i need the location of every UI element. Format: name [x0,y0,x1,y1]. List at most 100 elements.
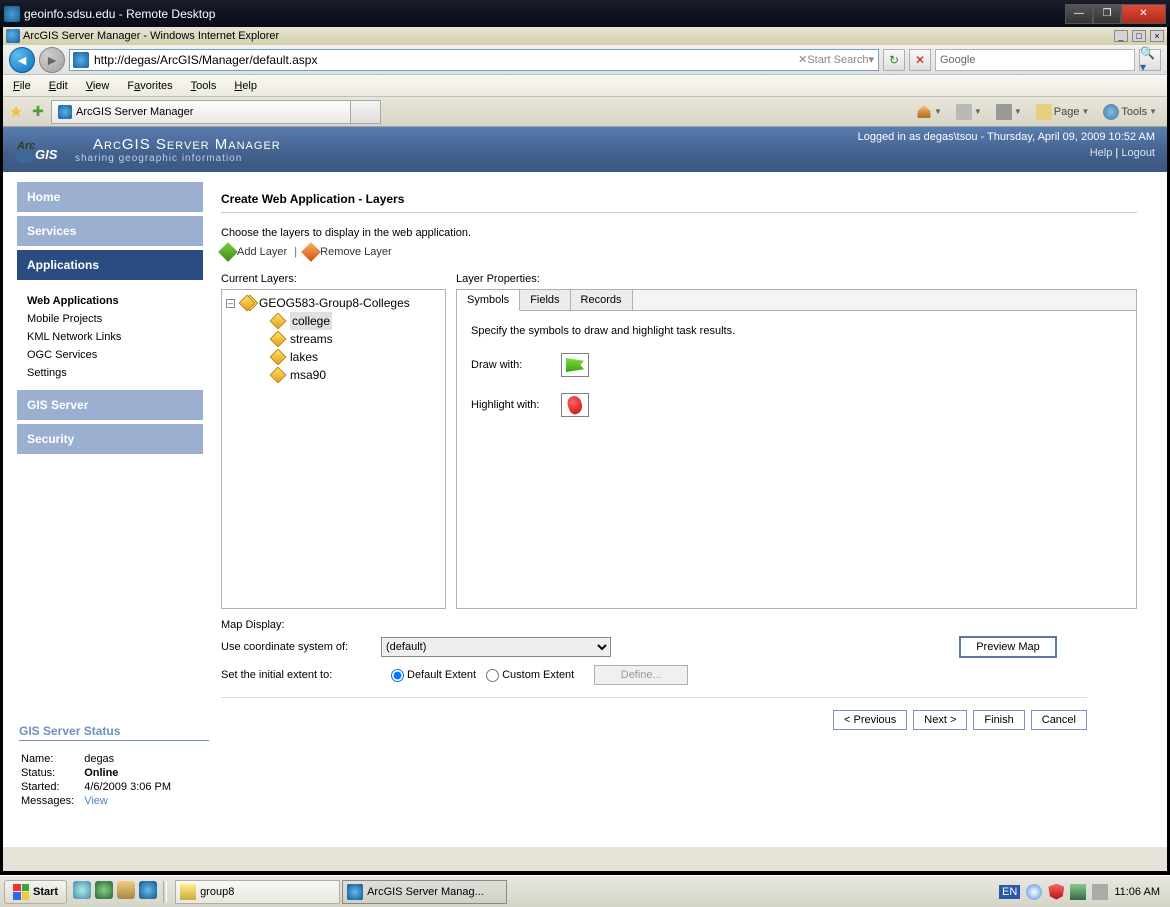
tools-menu[interactable]: Tools ▼ [1097,101,1163,123]
ql-catalog-icon[interactable] [117,881,135,899]
menu-favorites[interactable]: Favorites [127,80,172,92]
ql-ie-icon[interactable] [139,881,157,899]
coord-system-select[interactable]: (default) [381,637,611,657]
sidebar-services[interactable]: Services [17,216,203,246]
maximize-button[interactable]: ❐ [1093,4,1121,24]
add-layer-button[interactable]: Add Layer [221,246,287,258]
refresh-button[interactable]: ↻ [883,49,905,71]
search-provider: Google [936,54,979,66]
product-title: ArcGIS Server Manager [75,116,311,153]
print-button[interactable]: ▼ [990,101,1028,123]
stop-button[interactable]: ✕ [909,49,931,71]
page-icon [73,52,89,68]
close-button[interactable]: ✕ [1121,4,1166,24]
highlight-symbol-picker[interactable] [561,393,589,417]
sublink-mobile-projects[interactable]: Mobile Projects [27,310,203,328]
tab-favicon [58,105,72,119]
sublink-settings[interactable]: Settings [27,364,203,382]
ie-nav-bar: ◄ ► ✕ Start Search ▾ ↻ ✕ Google 🔍▾ [3,45,1167,75]
search-box[interactable]: Google [935,49,1135,71]
sublink-ogc[interactable]: OGC Services [27,346,203,364]
tree-layer-lakes[interactable]: lakes [226,348,441,366]
finish-button[interactable]: Finish [973,710,1024,730]
new-tab-button[interactable] [351,100,381,124]
remove-layer-button[interactable]: Remove Layer [304,246,392,258]
back-button[interactable]: ◄ [9,47,35,73]
rss-button[interactable]: ▼ [950,101,988,123]
sidebar-applications[interactable]: Applications [17,250,203,280]
tree-layer-msa90[interactable]: msa90 [226,366,441,384]
tree-layer-college[interactable]: college [226,312,441,330]
layers-tree: – GEOG583-Group8-Colleges college stream… [221,289,446,609]
ql-desktop-icon[interactable] [73,881,91,899]
task-folder[interactable]: group8 [175,880,340,904]
highlight-with-label: Highlight with: [471,399,561,411]
menu-tools[interactable]: Tools [191,80,217,92]
svg-text:Arc: Arc [16,140,35,152]
favorites-star-icon[interactable]: ★ [7,103,25,121]
minimize-button[interactable]: — [1065,4,1093,24]
page-menu[interactable]: Page ▼ [1030,101,1096,123]
flag-icon [566,358,584,372]
cancel-button[interactable]: Cancel [1031,710,1087,730]
forward-button[interactable]: ► [39,47,65,73]
tray-volume-icon[interactable] [1092,884,1108,900]
tab-fields[interactable]: Fields [520,290,570,310]
wizard-buttons: < Previous Next > Finish Cancel [221,697,1087,730]
tree-root[interactable]: – GEOG583-Group8-Colleges [226,294,441,312]
search-button[interactable]: 🔍▾ [1139,49,1161,71]
home-icon [916,104,932,120]
url-input[interactable] [92,51,794,69]
tray-info-icon[interactable] [1026,884,1042,900]
ie-close-button[interactable]: × [1150,30,1164,42]
previous-button[interactable]: < Previous [833,710,907,730]
ie-task-icon [347,884,363,900]
task-ie[interactable]: ArcGIS Server Manag... [342,880,507,904]
language-indicator[interactable]: EN [999,885,1020,899]
start-button[interactable]: Start [4,880,67,904]
rd-window-buttons: — ❐ ✕ [1065,4,1166,24]
help-link[interactable]: Help [1090,147,1113,159]
menu-edit[interactable]: Edit [49,80,68,92]
address-bar[interactable]: ✕ Start Search ▾ [69,49,879,71]
ie-titlebar: ArcGIS Server Manager - Windows Internet… [3,27,1167,45]
ie-minimize-button[interactable]: _ [1114,30,1128,42]
tray-shield-icon[interactable] [1048,884,1064,900]
default-extent-radio[interactable] [391,669,404,682]
symbol-instruction: Specify the symbols to draw and highligh… [471,325,1122,337]
layer-icon [270,331,287,348]
tray-network-icon[interactable] [1070,884,1086,900]
draw-symbol-picker[interactable] [561,353,589,377]
page-icon [1036,104,1052,120]
start-search-label[interactable]: ✕ Start Search ▾ [794,53,878,66]
remote-desktop-title: geoinfo.sdsu.edu - Remote Desktop [24,7,215,21]
next-button[interactable]: Next > [913,710,967,730]
menu-view[interactable]: View [86,80,110,92]
page-title: Create Web Application - Layers [221,192,1137,213]
layer-properties-label: Layer Properties: [456,273,1137,285]
login-info: Logged in as degas\tsou - Thursday, Apri… [858,131,1155,143]
gis-server-status: GIS Server Status Name:degas Status:Onli… [19,724,209,809]
ie-maximize-button[interactable]: □ [1132,30,1146,42]
preview-map-button[interactable]: Preview Map [959,636,1057,658]
sublink-kml[interactable]: KML Network Links [27,328,203,346]
tab-records[interactable]: Records [571,290,633,310]
sidebar-home[interactable]: Home [17,182,203,212]
home-button[interactable]: ▼ [910,101,948,123]
messages-view-link[interactable]: View [84,795,179,807]
sidebar-security[interactable]: Security [17,424,203,454]
sublink-web-applications[interactable]: Web Applications [27,292,203,310]
menu-file[interactable]: File [13,80,31,92]
tab-symbols[interactable]: Symbols [457,290,520,311]
menu-help[interactable]: Help [234,80,257,92]
windows-taskbar: Start group8 ArcGIS Server Manag... EN 1… [0,875,1170,907]
tree-layer-streams[interactable]: streams [226,330,441,348]
ql-globe-icon[interactable] [95,881,113,899]
logout-link[interactable]: Logout [1121,147,1155,159]
main-content: Create Web Application - Layers Choose t… [203,172,1167,847]
add-favorite-icon[interactable]: ✚ [29,103,47,121]
collapse-icon[interactable]: – [226,299,235,308]
custom-extent-radio[interactable] [486,669,499,682]
clock[interactable]: 11:06 AM [1114,886,1160,898]
sidebar-gis-server[interactable]: GIS Server [17,390,203,420]
